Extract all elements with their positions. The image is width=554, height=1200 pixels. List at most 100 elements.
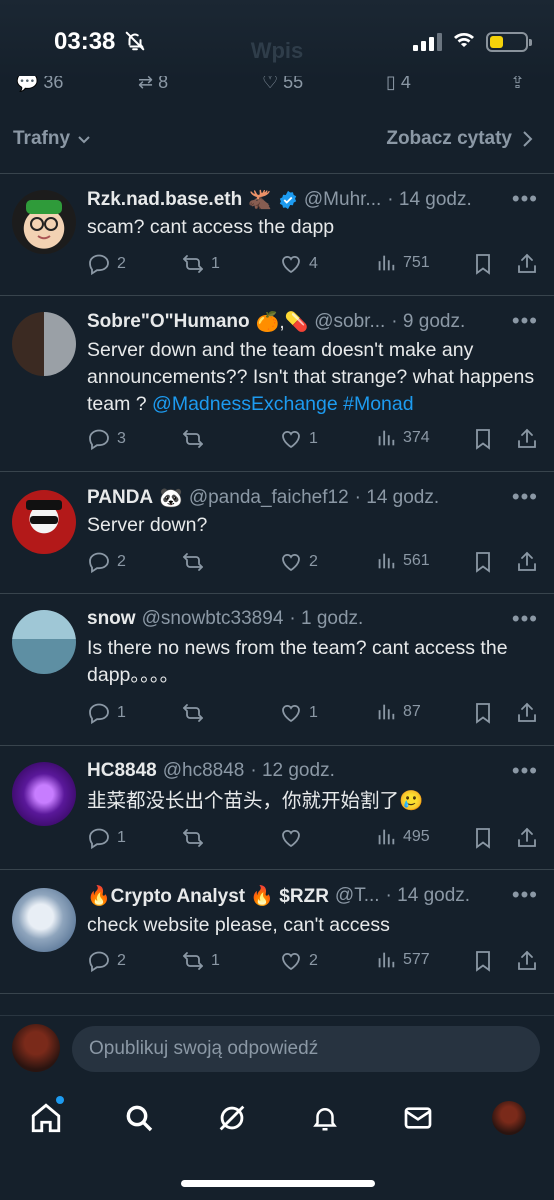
silent-mode-icon [124, 30, 146, 57]
like-button[interactable]: 2 [279, 949, 318, 973]
verified-badge-icon [279, 190, 297, 210]
home-icon [31, 1103, 61, 1133]
views-button[interactable]: 577 [375, 949, 430, 971]
tab-notifications[interactable] [305, 1098, 345, 1138]
views-icon [375, 826, 397, 848]
share-button[interactable] [515, 427, 539, 451]
reply-tweet[interactable]: Sobre"O"Humano 🍊,💊 @sobr... · 9 godz. ••… [0, 296, 554, 472]
author-handle[interactable]: @snowbtc33894 [142, 608, 284, 630]
retweet-icon [181, 949, 205, 973]
like-button[interactable] [279, 826, 309, 850]
author-name[interactable]: Sobre"O"Humano [87, 311, 250, 333]
post-time: · 12 godz. [250, 760, 335, 781]
retweet-button[interactable]: 1 [181, 949, 220, 973]
views-button[interactable]: 495 [375, 826, 430, 848]
views-button[interactable]: 374 [375, 427, 430, 449]
reply-button[interactable]: 3 [87, 427, 126, 451]
avatar[interactable] [12, 610, 76, 674]
author-name[interactable]: PANDA [87, 487, 153, 509]
author-handle[interactable]: @panda_faichef12 [189, 487, 349, 509]
retweet-button[interactable] [181, 550, 211, 574]
more-options-icon[interactable]: ••• [512, 484, 538, 510]
reply-input[interactable]: Opublikuj swoją odpowiedź [72, 1026, 540, 1072]
avatar[interactable] [12, 190, 76, 254]
share-button[interactable] [515, 550, 539, 574]
bookmark-button[interactable] [471, 701, 495, 725]
author-name[interactable]: 🔥Crypto Analyst 🔥 $RZR [87, 884, 329, 908]
reply-button[interactable]: 2 [87, 949, 126, 973]
avatar[interactable] [12, 490, 76, 554]
bookmark-button[interactable] [471, 949, 495, 973]
reply-icon [87, 701, 111, 725]
bookmark-button[interactable] [471, 252, 495, 276]
tab-grok[interactable] [212, 1098, 252, 1138]
bookmark-icon [471, 252, 495, 276]
bookmark-button[interactable] [471, 550, 495, 574]
avatar[interactable] [12, 888, 76, 952]
bookmark-icon [471, 701, 495, 725]
author-name[interactable]: HC8848 [87, 760, 157, 782]
author-handle[interactable]: @Muhr... [304, 189, 381, 211]
retweet-button[interactable] [181, 826, 211, 850]
retweet-button[interactable] [181, 427, 211, 451]
heart-icon [279, 826, 303, 850]
views-button[interactable]: 561 [375, 550, 430, 572]
bookmark-icon [471, 427, 495, 451]
retweet-button[interactable]: 1 [181, 252, 220, 276]
like-button[interactable]: 1 [279, 427, 318, 451]
reply-tweet[interactable]: Rzk.nad.base.eth 🫎 @Muhr... · 14 godz. •… [0, 174, 554, 296]
tab-messages[interactable] [398, 1098, 438, 1138]
more-options-icon[interactable]: ••• [512, 606, 538, 632]
reply-button[interactable]: 1 [87, 826, 126, 850]
more-options-icon[interactable]: ••• [512, 882, 538, 908]
reply-tweet[interactable]: 🔥Crypto Analyst 🔥 $RZR @T... · 14 godz. … [0, 870, 554, 994]
tweet-text: check website please, can't access [87, 914, 390, 936]
avatar[interactable] [12, 762, 76, 826]
author-name[interactable]: Rzk.nad.base.eth [87, 189, 242, 211]
tab-search[interactable] [119, 1098, 159, 1138]
profile-avatar [492, 1101, 526, 1135]
bookmark-button[interactable] [471, 427, 495, 451]
tab-profile[interactable] [489, 1098, 529, 1138]
current-user-avatar[interactable] [12, 1024, 60, 1072]
bookmark-button[interactable] [471, 826, 495, 850]
views-button[interactable]: 87 [375, 701, 421, 723]
view-quotes-link[interactable]: Zobacz cytaty [386, 128, 534, 150]
mention-link[interactable]: @MadnessExchange [152, 393, 338, 415]
author-name[interactable]: snow [87, 608, 136, 630]
author-handle[interactable]: @hc8848 [163, 760, 245, 782]
like-button[interactable]: 1 [279, 701, 318, 725]
name-emoji: 🍊,💊 [255, 312, 309, 333]
hashtag-link[interactable]: #Monad [343, 393, 413, 415]
reply-button[interactable]: 2 [87, 252, 126, 276]
like-button[interactable]: 2 [279, 550, 318, 574]
more-options-icon[interactable]: ••• [512, 186, 538, 212]
post-time: · 1 godz. [289, 608, 364, 629]
avatar[interactable] [12, 312, 76, 376]
reply-count: 2 [117, 255, 126, 272]
post-time: · 14 godz. [387, 189, 472, 210]
author-handle[interactable]: @T... [335, 885, 380, 907]
author-handle[interactable]: @sobr... [314, 311, 385, 333]
sort-dropdown[interactable]: Trafny [13, 128, 92, 150]
bottom-tab-bar [0, 1088, 554, 1148]
share-button[interactable] [515, 949, 539, 973]
share-button[interactable] [515, 252, 539, 276]
reply-icon [87, 427, 111, 451]
retweet-button[interactable] [181, 701, 211, 725]
reply-button[interactable]: 1 [87, 701, 126, 725]
share-button[interactable] [515, 701, 539, 725]
views-button[interactable]: 751 [375, 252, 430, 274]
share-button[interactable] [515, 826, 539, 850]
share-icon [515, 252, 539, 276]
like-button[interactable]: 4 [279, 252, 318, 276]
like-count: 2 [309, 952, 318, 969]
reply-tweet[interactable]: PANDA 🐼 @panda_faichef12 · 14 godz. ••• … [0, 472, 554, 594]
reply-tweet[interactable]: HC8848 @hc8848 · 12 godz. ••• 韭菜都没长出个苗头，… [0, 746, 554, 870]
more-options-icon[interactable]: ••• [512, 758, 538, 784]
sort-label: Trafny [13, 128, 71, 149]
more-options-icon[interactable]: ••• [512, 308, 538, 334]
tab-home[interactable] [26, 1096, 66, 1138]
reply-button[interactable]: 2 [87, 550, 126, 574]
reply-tweet[interactable]: snow @snowbtc33894 · 1 godz. ••• Is ther… [0, 594, 554, 746]
